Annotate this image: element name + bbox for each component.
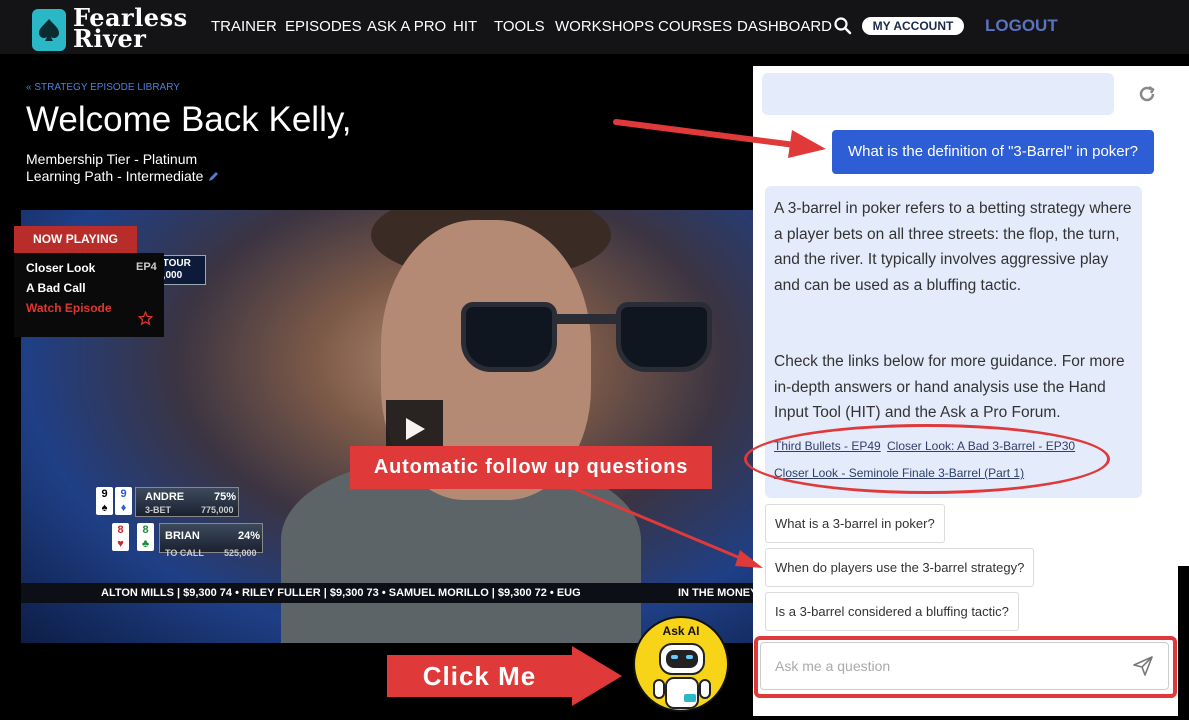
arrow-to-followups: [567, 484, 763, 568]
annotation-arrows: [567, 119, 826, 706]
ask-ai-robot-button[interactable]: Ask AI: [633, 616, 729, 712]
arrow-to-user-question: [613, 119, 826, 158]
click-me-annotation-label: Click Me: [387, 655, 572, 697]
ask-ai-label: Ask AI: [662, 624, 700, 638]
followup-annotation-label: Automatic follow up questions: [350, 446, 712, 489]
robot-icon: [653, 643, 711, 709]
arrow-click-me: [572, 646, 622, 706]
